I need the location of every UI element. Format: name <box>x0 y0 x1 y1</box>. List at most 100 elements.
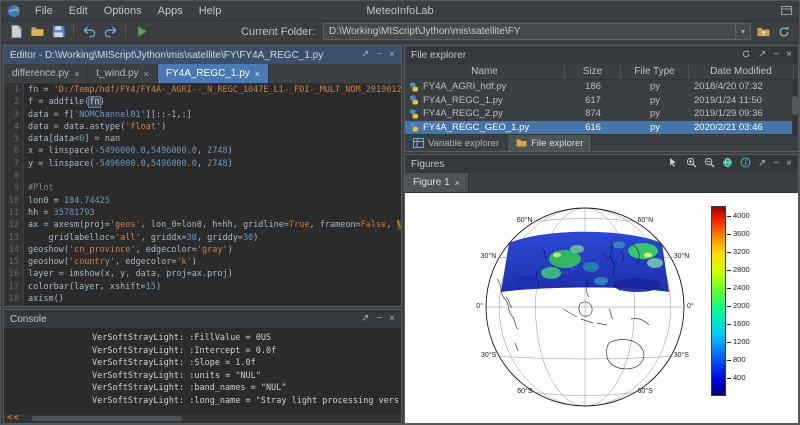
file-row[interactable]: FY4A_AGRI_hdf.py186py2018/4/20 07:32 <box>405 80 798 94</box>
undo-icon[interactable] <box>80 23 98 41</box>
lat-label-right: 0° <box>687 303 717 311</box>
pointer-icon[interactable] <box>668 157 679 171</box>
menubar-items: FileEditOptionsAppsHelp <box>27 3 229 19</box>
menu-item-apps[interactable]: Apps <box>150 3 191 19</box>
save-icon[interactable] <box>49 23 67 41</box>
explorer-refresh-icon[interactable] <box>741 49 751 62</box>
tab-close-icon[interactable]: × <box>455 178 460 188</box>
console-title: Console <box>10 314 47 325</box>
column-header[interactable]: File Type <box>621 64 689 79</box>
figures-minimize-icon[interactable]: − <box>773 159 779 169</box>
editor-close-icon[interactable]: × <box>389 50 395 60</box>
editor-tab[interactable]: t_wind.py× <box>88 64 158 83</box>
colorbar-tick-label: 1600 <box>733 320 750 328</box>
folder-icon <box>516 138 527 148</box>
current-folder-label: Current Folder: <box>241 26 320 38</box>
window-panel-icon[interactable] <box>780 4 793 17</box>
run-script-icon[interactable] <box>132 23 150 41</box>
line-number: 5 <box>4 133 24 145</box>
explorer-vertical-scrollbar[interactable] <box>792 80 798 134</box>
code-line: 10lon0 = 104.74425 <box>4 195 401 207</box>
console-close-icon[interactable]: × <box>389 314 395 324</box>
toolbar-separator <box>73 25 74 38</box>
column-header[interactable]: Date Modified <box>689 64 794 79</box>
fe-header: NameSizeFile TypeDate Modified <box>405 64 798 80</box>
explorer-close-icon[interactable]: × <box>786 50 792 60</box>
menu-item-help[interactable]: Help <box>191 3 230 19</box>
lat-label-left: 60°N <box>503 217 533 225</box>
file-row[interactable]: FY4A_REGC_GEO_1.py616py2020/2/21 03:46 <box>405 121 798 135</box>
console-title-bar: Console ↗ − × <box>4 310 401 328</box>
file-row[interactable]: FY4A_REGC_2.py874py2019/1/29 09:36 <box>405 107 798 121</box>
tab-close-icon[interactable]: × <box>74 69 79 79</box>
code-area[interactable]: 1fn = 'D:/Temp/hdf/FY4/FY4A-_AGRI--_N_RE… <box>4 84 401 306</box>
globe-icon[interactable] <box>722 157 733 171</box>
file-name: FY4A_AGRI_hdf.py <box>423 81 506 92</box>
file-row[interactable]: FY4A_REGC_1.py617py2019/1/24 11:50 <box>405 94 798 108</box>
fe-rows: FY4A_AGRI_hdf.py186py2018/4/20 07:32FY4A… <box>405 80 798 134</box>
explorer-tab[interactable]: Variable explorer <box>405 135 508 151</box>
console-minimize-icon[interactable]: − <box>376 314 382 324</box>
explorer-float-icon[interactable]: ↗ <box>758 50 766 60</box>
figures-float-icon[interactable]: ↗ <box>758 159 766 169</box>
refresh-icon[interactable] <box>775 23 793 41</box>
info-icon[interactable] <box>740 157 751 171</box>
editor-float-icon[interactable]: ↗ <box>361 50 369 60</box>
lat-label-left: 60°S <box>503 388 533 396</box>
scroll-left-icon[interactable]: << <box>4 414 20 423</box>
menu-item-file[interactable]: File <box>27 3 61 19</box>
fig-canvas[interactable]: 60°N60°N30°N30°N0°0°30°S30°S60°S60°S4000… <box>405 193 798 423</box>
code-text: data = data.astype('float') <box>24 121 166 133</box>
combo-dropdown-icon[interactable]: ▾ <box>735 24 750 39</box>
parent-folder-icon[interactable] <box>754 23 772 41</box>
zoom-in-icon[interactable] <box>686 157 697 171</box>
lat-label-right: 30°S <box>674 352 704 360</box>
code-line: 14geoshow('cn_province', edgecolor='gray… <box>4 244 401 256</box>
code-text: fn = 'D:/Temp/hdf/FY4/FY4A-_AGRI--_N_REG… <box>24 84 401 96</box>
editor-minimize-icon[interactable]: − <box>376 50 382 60</box>
console-line: VerSoftStrayLight: :FillValue = 0US <box>4 332 401 345</box>
code-text: colorbar(layer, xshift=15) <box>24 281 161 293</box>
fe-date: 2019/1/24 11:50 <box>689 95 794 106</box>
code-line: 17colorbar(layer, xshift=15) <box>4 281 401 293</box>
current-folder-combo[interactable]: D:\Working\MIScript\Jython\mis\satellite… <box>323 23 751 40</box>
scrollbar-thumb[interactable] <box>792 96 798 114</box>
line-number: 13 <box>4 232 24 244</box>
code-text: geoshow('country', edgecolor='k') <box>24 256 197 268</box>
tab-close-icon[interactable]: × <box>255 69 260 79</box>
colorbar-tick <box>727 288 731 289</box>
line-number: 15 <box>4 256 24 268</box>
editor-tab[interactable]: difference.py × <box>4 64 88 83</box>
figure-tab[interactable]: Figure 1 × <box>405 173 469 192</box>
table-icon <box>413 138 424 148</box>
console-body[interactable]: VerSoftStrayLight: :FillValue = 0USVerSo… <box>4 328 401 414</box>
open-folder-icon[interactable] <box>28 23 46 41</box>
editor-tab-label: difference.py <box>12 68 69 79</box>
line-number: 11 <box>4 207 24 219</box>
code-line: 3data = f['NOMChannel01'][::-1,:] <box>4 109 401 121</box>
new-script-icon[interactable] <box>7 23 25 41</box>
column-header[interactable]: Size <box>565 64 621 79</box>
code-text: axism() <box>24 293 64 305</box>
line-number: 3 <box>4 109 24 121</box>
tab-close-icon[interactable]: × <box>144 69 149 79</box>
explorer-tab[interactable]: File explorer <box>508 135 592 151</box>
console-float-icon[interactable]: ↗ <box>361 314 369 324</box>
figures-close-icon[interactable]: × <box>786 159 792 169</box>
menu-item-edit[interactable]: Edit <box>61 3 96 19</box>
fe-date: 2020/2/21 03:46 <box>689 122 794 133</box>
colorbar-tick <box>727 270 731 271</box>
editor-tab[interactable]: FY4A_REGC_1.py× <box>158 64 269 83</box>
colorbar-tick <box>727 342 731 343</box>
column-header[interactable]: Name <box>405 64 565 79</box>
py-file-icon <box>409 95 419 105</box>
menu-item-options[interactable]: Options <box>96 3 150 19</box>
scrollbar-thumb[interactable] <box>32 416 182 421</box>
fe-type: py <box>621 95 689 106</box>
explorer-minimize-icon[interactable]: − <box>773 50 779 60</box>
fe-size: 617 <box>565 95 621 106</box>
redo-icon[interactable] <box>101 23 119 41</box>
py-file-icon <box>409 82 419 92</box>
console-horizontal-scrollbar[interactable]: << <box>4 414 401 423</box>
zoom-out-icon[interactable] <box>704 157 715 171</box>
